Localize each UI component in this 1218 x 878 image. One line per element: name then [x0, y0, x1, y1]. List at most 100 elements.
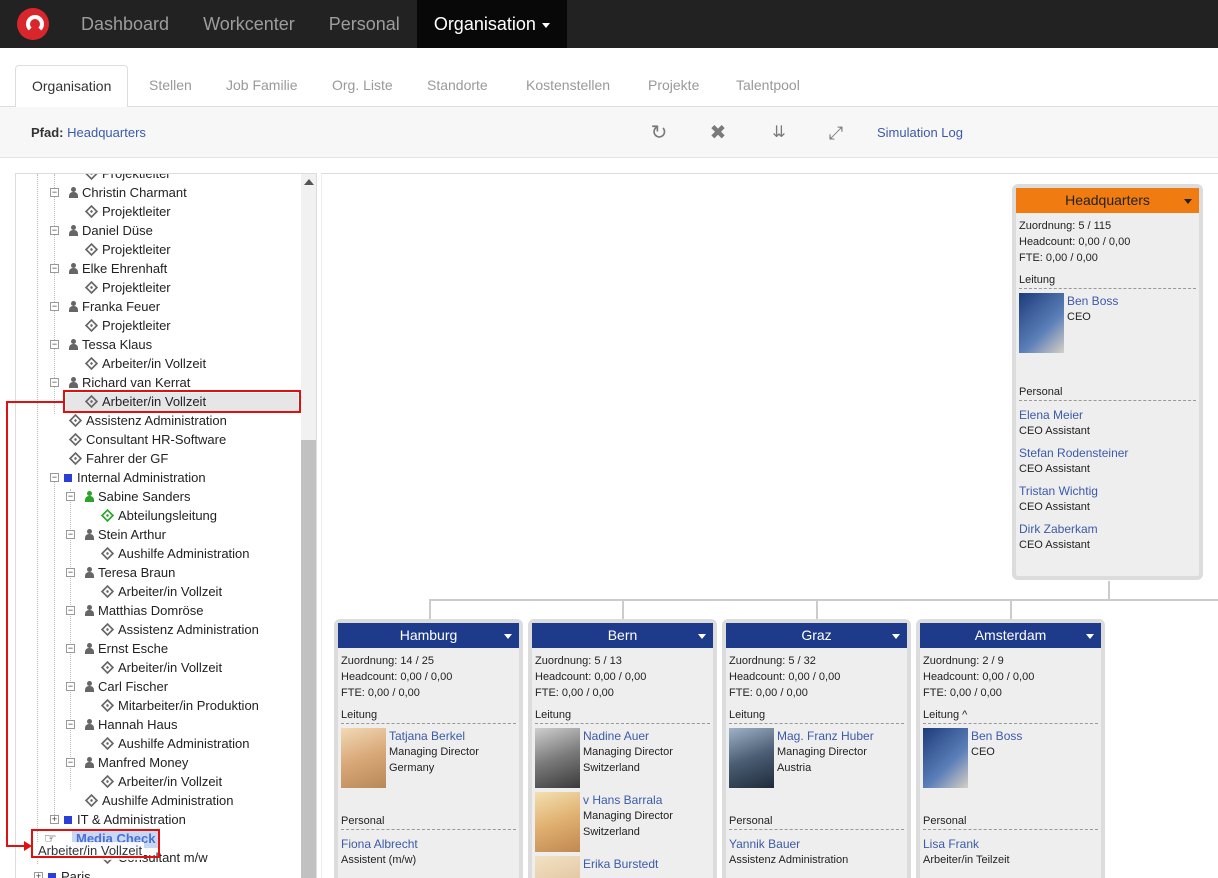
- person-name[interactable]: Ben Boss: [1067, 293, 1199, 309]
- tree-node-person[interactable]: Christin Charmant: [68, 184, 187, 202]
- tree-node-person[interactable]: Carl Fischer: [84, 678, 168, 696]
- collapse-toggle[interactable]: −: [66, 568, 75, 577]
- collapse-toggle[interactable]: −: [66, 492, 75, 501]
- tree-node-position[interactable]: Assistenz Administration: [68, 412, 227, 430]
- org-card-headquarters[interactable]: Headquarters Zuordnung: 5 / 115 Headcoun…: [1012, 184, 1203, 580]
- leader-entry[interactable]: Mag. Franz Huber Managing Director Austr…: [729, 728, 907, 788]
- staff-entry[interactable]: Lisa Frank Arbeiter/in Teilzeit: [923, 836, 1101, 868]
- tree-node-position[interactable]: Arbeiter/in Vollzeit: [84, 355, 206, 373]
- person-name[interactable]: Stefan Rodensteiner: [1019, 445, 1199, 461]
- staff-entry[interactable]: Stefan Rodensteiner CEO Assistant: [1019, 445, 1199, 477]
- person-name[interactable]: Tatjana Berkel: [389, 728, 519, 744]
- leader-entry[interactable]: Nadine Auer Managing Director Switzerlan…: [535, 728, 713, 788]
- collapse-toggle[interactable]: −: [66, 606, 75, 615]
- collapse-toggle[interactable]: −: [50, 378, 59, 387]
- tab-org-liste[interactable]: Org. Liste: [316, 65, 409, 107]
- person-name[interactable]: Lisa Frank: [923, 836, 1101, 852]
- tab-kostenstellen[interactable]: Kostenstellen: [510, 65, 626, 107]
- staff-entry[interactable]: Dirk Zaberkam CEO Assistant: [1019, 521, 1199, 553]
- card-header[interactable]: Hamburg: [338, 623, 519, 648]
- person-name[interactable]: Elena Meier: [1019, 407, 1199, 423]
- tree-node-org-unit[interactable]: IT & Administration: [64, 811, 186, 829]
- collapse-toggle[interactable]: −: [50, 302, 59, 311]
- app-logo-icon[interactable]: [17, 8, 49, 40]
- close-icon[interactable]: ✖: [706, 121, 730, 145]
- tree-node-position[interactable]: Aushilfe Administration: [100, 545, 250, 563]
- person-name[interactable]: Dirk Zaberkam: [1019, 521, 1199, 537]
- collapse-toggle[interactable]: −: [66, 720, 75, 729]
- tree-scrollbar-thumb[interactable]: [301, 440, 316, 878]
- staff-entry[interactable]: Tristan Wichtig CEO Assistant: [1019, 483, 1199, 515]
- tab-stellen[interactable]: Stellen: [133, 65, 208, 107]
- expand-toggle[interactable]: +: [34, 872, 43, 878]
- staff-entry[interactable]: Elena Meier CEO Assistant: [1019, 407, 1199, 439]
- tree-node-position[interactable]: Projektleiter: [84, 241, 171, 259]
- collapse-toggle[interactable]: −: [50, 226, 59, 235]
- nav-personal[interactable]: Personal: [312, 0, 417, 48]
- tree-node-person[interactable]: Stein Arthur: [84, 526, 166, 544]
- leader-entry[interactable]: Ben Boss CEO: [923, 728, 1101, 788]
- tree-node-person[interactable]: Elke Ehrenhaft: [68, 260, 167, 278]
- dropdown-caret-icon[interactable]: [698, 634, 706, 639]
- tree-node-person[interactable]: Hannah Haus: [84, 716, 178, 734]
- card-header[interactable]: Bern: [532, 623, 713, 648]
- tree-scrollbar[interactable]: [301, 174, 316, 878]
- org-chart-canvas[interactable]: Headquarters Zuordnung: 5 / 115 Headcoun…: [321, 173, 1218, 878]
- dropdown-caret-icon[interactable]: [504, 634, 512, 639]
- leader-entry[interactable]: v Hans Barrala Managing Director Switzer…: [535, 792, 713, 852]
- dropdown-caret-icon[interactable]: [892, 634, 900, 639]
- dropdown-caret-icon[interactable]: [1086, 634, 1094, 639]
- collapse-toggle[interactable]: −: [50, 188, 59, 197]
- tree-node-position[interactable]: Assistenz Administration: [100, 621, 259, 639]
- tab-projekte[interactable]: Projekte: [632, 65, 715, 107]
- path-link-headquarters[interactable]: Headquarters: [67, 125, 146, 140]
- person-name[interactable]: Yannik Bauer: [729, 836, 907, 852]
- expand-toggle[interactable]: +: [50, 815, 59, 824]
- person-name[interactable]: Tristan Wichtig: [1019, 483, 1199, 499]
- person-name[interactable]: Mag. Franz Huber: [777, 728, 907, 744]
- leader-entry[interactable]: Tatjana Berkel Managing Director Germany: [341, 728, 519, 788]
- tree-node-person[interactable]: Franka Feuer: [68, 298, 160, 316]
- org-card-graz[interactable]: Graz Zuordnung: 5 / 32 Headcount: 0,00 /…: [722, 619, 911, 878]
- collapse-toggle[interactable]: −: [50, 473, 59, 482]
- tab-talentpool[interactable]: Talentpool: [720, 65, 816, 107]
- tree-node-org-unit[interactable]: Paris: [48, 868, 91, 878]
- tab-job-familie[interactable]: Job Familie: [210, 65, 314, 107]
- simulation-log-link[interactable]: Simulation Log: [877, 125, 963, 140]
- leader-entry[interactable]: Erika Burstedt: [535, 856, 713, 878]
- tree-node-position[interactable]: Mitarbeiter/in Produktion: [100, 697, 259, 715]
- staff-entry[interactable]: Fiona Albrecht Assistent (m/w): [341, 836, 519, 868]
- nav-workcenter[interactable]: Workcenter: [186, 0, 312, 48]
- org-card-hamburg[interactable]: Hamburg Zuordnung: 14 / 25 Headcount: 0,…: [334, 619, 523, 878]
- expand-icon[interactable]: ⤢: [824, 121, 848, 145]
- collapse-toggle[interactable]: −: [66, 758, 75, 767]
- collapse-toggle[interactable]: −: [66, 530, 75, 539]
- tree-node-person[interactable]: Matthias Domröse: [84, 602, 203, 620]
- tree-node-person[interactable]: Manfred Money: [84, 754, 188, 772]
- collapse-toggle[interactable]: −: [50, 340, 59, 349]
- dropdown-caret-icon[interactable]: [1184, 199, 1192, 204]
- tree-node-position[interactable]: Arbeiter/in Vollzeit: [100, 583, 222, 601]
- chevron-double-down-icon[interactable]: ⇊: [767, 121, 791, 145]
- tree-node-person[interactable]: Ernst Esche: [84, 640, 168, 658]
- tree-node-person[interactable]: Tessa Klaus: [68, 336, 152, 354]
- person-name[interactable]: Erika Burstedt: [583, 856, 713, 872]
- org-tree[interactable]: Projektleiter − Christin Charmant Projek…: [15, 173, 317, 878]
- staff-entry[interactable]: Yannik Bauer Assistenz Administration: [729, 836, 907, 868]
- card-header[interactable]: Amsterdam: [920, 623, 1101, 648]
- tree-node-person[interactable]: Sabine Sanders: [84, 488, 191, 506]
- collapse-toggle[interactable]: −: [50, 264, 59, 273]
- tree-node-position[interactable]: Aushilfe Administration: [100, 735, 250, 753]
- tree-node-position[interactable]: Projektleiter: [84, 279, 171, 297]
- tree-node-position[interactable]: Aushilfe Administration: [84, 792, 234, 810]
- tree-node-position[interactable]: Abteilungsleitung: [100, 507, 217, 525]
- nav-organisation[interactable]: Organisation: [416, 0, 567, 48]
- tree-node-position[interactable]: Projektleiter: [84, 203, 171, 221]
- leader-entry[interactable]: Ben Boss CEO: [1019, 293, 1199, 353]
- card-header[interactable]: Headquarters: [1016, 188, 1199, 213]
- card-header[interactable]: Graz: [726, 623, 907, 648]
- tree-node-person[interactable]: Daniel Düse: [68, 222, 153, 240]
- collapse-toggle[interactable]: −: [66, 644, 75, 653]
- org-card-amsterdam[interactable]: Amsterdam Zuordnung: 2 / 9 Headcount: 0,…: [916, 619, 1105, 878]
- tree-node-org-unit[interactable]: Internal Administration: [64, 469, 206, 487]
